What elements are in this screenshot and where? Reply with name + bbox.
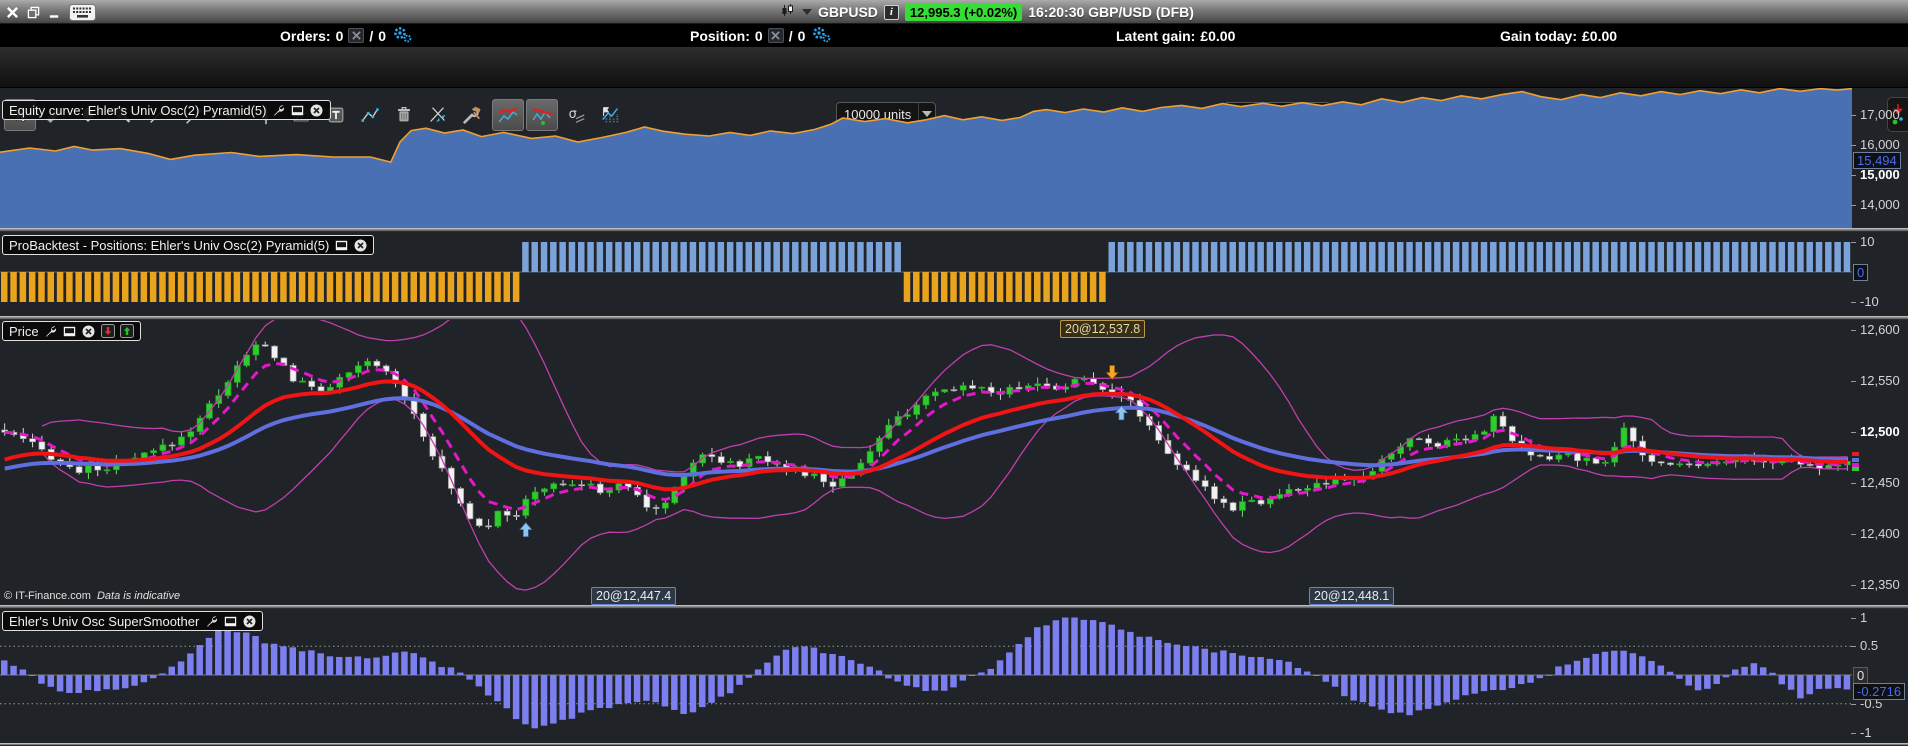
keyboard-icon[interactable]: [68, 3, 96, 21]
axis-tick-label: 12,500: [1860, 424, 1900, 439]
positions-window-icon[interactable]: [334, 238, 348, 252]
panel-divider[interactable]: [0, 316, 1908, 320]
oscillator-panel-header: Ehler's Univ Osc SuperSmoother: [2, 611, 264, 631]
panel-divider[interactable]: [0, 228, 1908, 232]
equity-settings-wrench-icon[interactable]: [272, 103, 286, 117]
buy-arrow-marker: [519, 522, 533, 537]
account-status-bar: Orders: 0 / 0 Position: 0 / 0 Latent gai: [0, 24, 1908, 47]
axis-tick-label: -1: [1860, 724, 1872, 740]
axis-tick-label: -10: [1860, 294, 1879, 309]
chart-toolbar: σ 10000 units 1 hour: [0, 47, 1908, 132]
symbol-name[interactable]: GBPUSD: [818, 4, 878, 20]
positions-close-icon[interactable]: [353, 238, 367, 252]
axis-tick-label: 12,550: [1860, 373, 1900, 388]
oscillator-panel-title: Ehler's Univ Osc SuperSmoother: [9, 613, 200, 629]
trading-platform-window: GBPUSD i 12,995.3 (+0.02%) 16:20:30 GBP/…: [0, 0, 1908, 746]
axis-tick-label: 12,450: [1860, 475, 1900, 490]
position-settings-gears-icon[interactable]: [810, 25, 832, 47]
close-position-icon[interactable]: [767, 28, 784, 43]
collapse-side-panel-tab[interactable]: [1887, 97, 1908, 132]
orders-status-group: Orders: 0 / 0: [280, 24, 413, 47]
axis-tick-label: 0.5: [1860, 638, 1879, 654]
axis-tick-label: 14,000: [1860, 197, 1900, 212]
current-price-mark: [1852, 462, 1859, 467]
copyright-notice: © IT-Finance.com Data is indicative: [4, 590, 180, 602]
buy-trade-label: 20@12,447.4: [591, 587, 677, 605]
price-panel-header: Price: [2, 321, 141, 341]
current-value-tag: 15,494: [1853, 152, 1901, 170]
equity-panel-title: Equity curve: Ehler's Univ Osc(2) Pyrami…: [9, 102, 267, 118]
oscillator-settings-wrench-icon[interactable]: [204, 614, 218, 628]
minimize-window-icon[interactable]: [47, 5, 61, 19]
close-window-icon[interactable]: [5, 5, 19, 19]
latent-gain-value: £0.00: [1200, 27, 1236, 44]
position-status-group: Position: 0 / 0: [690, 24, 832, 47]
axis-tick-label: 16,000: [1860, 137, 1900, 152]
price-close-icon[interactable]: [82, 324, 96, 338]
orders-separator: /: [369, 27, 374, 44]
current-price-mark: [1852, 466, 1859, 471]
titlebar-clock: 16:20:30 GBP/USD (DFB): [1028, 4, 1194, 20]
restore-window-icon[interactable]: [26, 5, 40, 19]
axis-tick-label: 12,600: [1860, 322, 1900, 337]
position-count: 0: [754, 27, 763, 44]
sell-order-arrow-icon[interactable]: [100, 324, 115, 338]
axis-tick-label: -0.5: [1860, 695, 1883, 711]
orders-settings-gears-icon[interactable]: [391, 25, 413, 47]
price-settings-wrench-icon[interactable]: [44, 324, 58, 338]
position-count-2: 0: [797, 27, 806, 44]
orders-count: 0: [335, 27, 344, 44]
panel-divider[interactable]: [0, 605, 1908, 609]
positions-panel-title: ProBacktest - Positions: Ehler's Univ Os…: [9, 237, 330, 253]
buy-order-arrow-icon[interactable]: [119, 324, 134, 338]
equity-close-icon[interactable]: [310, 103, 324, 117]
copyright-text: © IT-Finance.com: [4, 590, 91, 602]
sell-trade-label: 20@12,537.8: [1060, 320, 1146, 338]
current-price-mark: [1852, 457, 1859, 462]
current-price-mark: [1852, 452, 1859, 457]
oscillator-chart[interactable]: [0, 609, 1852, 743]
oscillator-window-icon[interactable]: [223, 614, 237, 628]
position-label: Position:: [690, 27, 750, 44]
current-value-tag: -0.2716: [1853, 682, 1906, 700]
orders-label: Orders:: [280, 27, 331, 44]
equity-window-icon[interactable]: [291, 103, 305, 117]
price-panel-title: Price: [9, 323, 39, 339]
equity-panel-header: Equity curve: Ehler's Univ Osc(2) Pyrami…: [2, 100, 331, 120]
axis-tick-label: 12,350: [1860, 577, 1900, 592]
gain-today-label: Gain today:: [1500, 27, 1578, 44]
axis-tick-label: 12,400: [1860, 526, 1900, 541]
positions-panel-header: ProBacktest - Positions: Ehler's Univ Os…: [2, 235, 375, 255]
gain-today-group: Gain today: £0.00: [1500, 24, 1617, 47]
latent-gain-label: Latent gain:: [1116, 27, 1196, 44]
gain-today-value: £0.00: [1582, 27, 1618, 44]
orders-count-2: 0: [378, 27, 387, 44]
current-value-tag: 0: [1853, 667, 1869, 684]
symbol-dropdown-caret[interactable]: [802, 9, 812, 15]
window-controls: [5, 0, 96, 24]
axis-tick-label: 1: [1860, 609, 1868, 625]
cancel-orders-icon[interactable]: [348, 28, 365, 43]
titlebar-instrument-area: GBPUSD i 12,995.3 (+0.02%) 16:20:30 GBP/…: [780, 0, 1194, 24]
buy-trade-label: 20@12,448.1: [1309, 587, 1395, 605]
disclaimer-text: Data is indicative: [96, 590, 181, 602]
axis-tick-label: 15,000: [1860, 167, 1900, 182]
latent-gain-group: Latent gain: £0.00: [1116, 24, 1235, 47]
axis-tick-label: 10: [1860, 234, 1875, 249]
oscillator-close-icon[interactable]: [242, 614, 256, 628]
current-value-tag: 0: [1853, 264, 1869, 281]
position-separator: /: [788, 27, 793, 44]
window-titlebar: GBPUSD i 12,995.3 (+0.02%) 16:20:30 GBP/…: [0, 0, 1908, 24]
price-badge: 12,995.3 (+0.02%): [904, 3, 1023, 21]
price-window-icon[interactable]: [63, 324, 77, 338]
price-candlestick-chart[interactable]: [0, 320, 1852, 605]
info-icon[interactable]: i: [883, 4, 899, 20]
candlestick-symbol-icon[interactable]: [780, 3, 796, 21]
